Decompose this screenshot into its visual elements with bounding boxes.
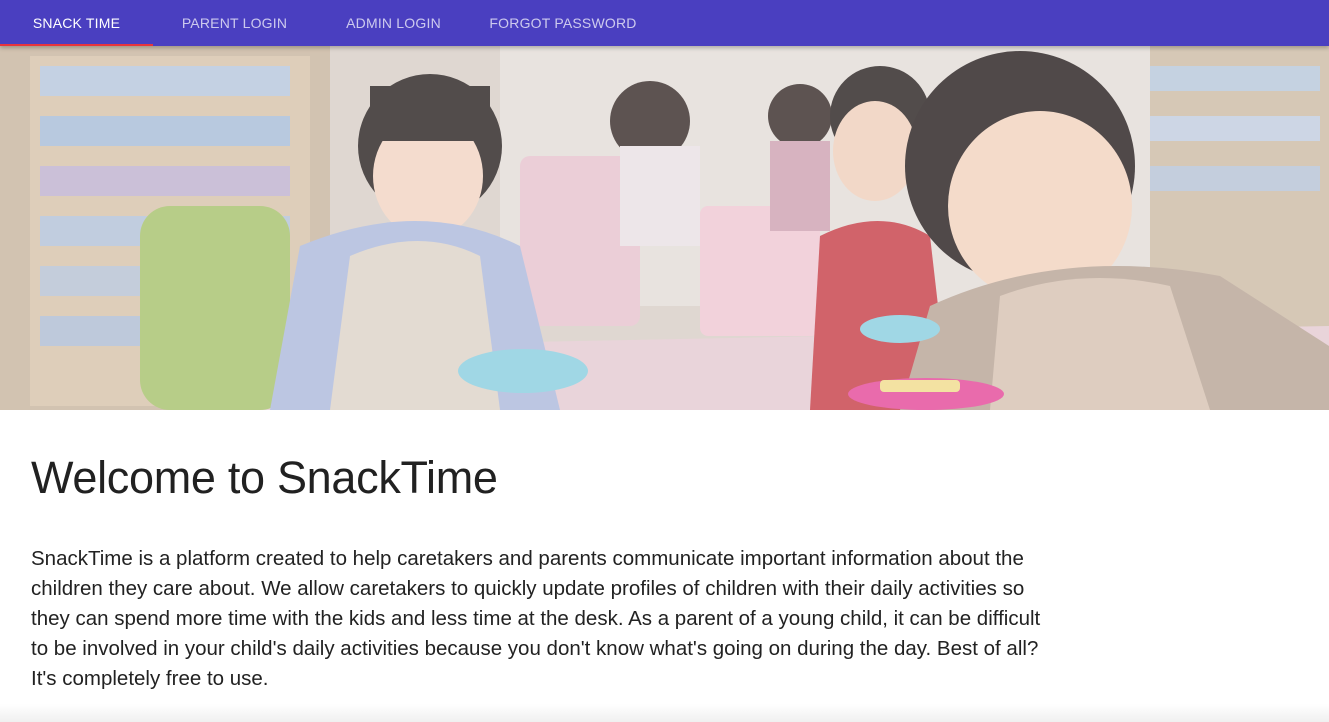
bottom-shadow [0, 704, 1329, 722]
welcome-section: Welcome to SnackTime SnackTime is a plat… [31, 410, 1061, 694]
page-title: Welcome to SnackTime [31, 452, 498, 503]
top-nav-bar: SNACK TIME PARENT LOGIN ADMIN LOGIN FORG… [0, 0, 1329, 46]
description-text: SnackTime is a platform created to help … [31, 547, 1041, 690]
hero-image [0, 46, 1329, 410]
hero-photo [0, 46, 1329, 410]
tab-admin-login[interactable]: ADMIN LOGIN [316, 0, 471, 46]
tab-parent-login[interactable]: PARENT LOGIN [153, 0, 316, 46]
tab-forgot-password[interactable]: FORGOT PASSWORD [471, 0, 655, 46]
tab-snack-time[interactable]: SNACK TIME [0, 0, 153, 46]
